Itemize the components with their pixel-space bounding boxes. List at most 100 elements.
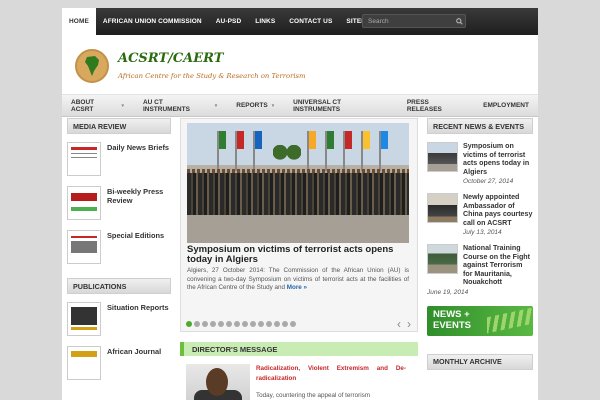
- slider-photo[interactable]: [187, 123, 409, 243]
- banner-stripes: [487, 306, 533, 333]
- news-title[interactable]: Newly appointed Ambassador of China pays…: [463, 193, 533, 227]
- news-thumbnail[interactable]: [427, 244, 458, 274]
- flag: [381, 131, 388, 149]
- search-icon[interactable]: [453, 15, 465, 27]
- daily-news-thumbnail[interactable]: [67, 142, 101, 176]
- search-input[interactable]: Search: [363, 18, 453, 25]
- nav-employment[interactable]: EMPLOYMENT: [474, 102, 538, 109]
- daily-news-briefs-link[interactable]: Daily News Briefs: [107, 143, 169, 152]
- thumb-band: [71, 157, 97, 158]
- nav-reports[interactable]: REPORTS ▼: [227, 102, 284, 109]
- crowd: [187, 173, 409, 215]
- topnav-contact-us[interactable]: CONTACT US: [282, 8, 339, 35]
- thumb-band: [71, 351, 97, 357]
- slider-dot[interactable]: [186, 321, 192, 327]
- situation-reports-link[interactable]: Situation Reports: [107, 303, 169, 312]
- nav-label: AU CT INSTRUMENTS: [142, 98, 190, 113]
- flag: [309, 131, 316, 149]
- news-date: June 19, 2014: [427, 288, 469, 296]
- top-nav: HOME AFRICAN UNION COMMISSION AU-PSD LIN…: [62, 8, 383, 35]
- media-review-heading: MEDIA REVIEW: [67, 118, 171, 134]
- nav-about-acsrt[interactable]: ABOUT ACSRT ▼: [62, 99, 134, 113]
- slider-arrows: ‹ ›: [397, 317, 411, 331]
- slide-title[interactable]: Symposium on victims of terrorist acts o…: [187, 245, 409, 265]
- news-title[interactable]: National Training Course on the Fight ag…: [463, 244, 533, 287]
- situation-reports-thumbnail[interactable]: [67, 302, 101, 336]
- special-editions-thumbnail[interactable]: [67, 230, 101, 264]
- topnav-african-union-commission[interactable]: AFRICAN UNION COMMISSION: [96, 8, 209, 35]
- thumb-band: [71, 153, 97, 154]
- list-item[interactable]: African Journal: [67, 346, 171, 382]
- nav-label: ABOUT ACSRT: [71, 98, 95, 113]
- slider-dot[interactable]: [266, 321, 272, 327]
- news-item[interactable]: Newly appointed Ambassador of China pays…: [427, 193, 533, 236]
- slide-excerpt: Algiers, 27 October 2014: The Commission…: [187, 267, 409, 293]
- topnav-links[interactable]: LINKS: [248, 8, 282, 35]
- topnav-home[interactable]: HOME: [62, 8, 96, 35]
- slider-dot[interactable]: [234, 321, 240, 327]
- list-item[interactable]: Situation Reports: [67, 302, 171, 338]
- topnav-au-psd[interactable]: AU-PSD: [209, 8, 249, 35]
- bi-weekly-press-review-link[interactable]: Bi-weekly Press Review: [107, 187, 171, 205]
- photo-face: [206, 368, 228, 396]
- news-item[interactable]: Symposium on victims of terrorist acts o…: [427, 142, 533, 185]
- flag: [255, 131, 262, 149]
- next-arrow-icon[interactable]: ›: [407, 317, 411, 331]
- au-logo-icon[interactable]: [75, 49, 109, 83]
- nav-label: REPORTS: [236, 102, 268, 109]
- nav-au-ct-instruments[interactable]: AU CT INSTRUMENTS ▼: [134, 99, 227, 113]
- flag: [345, 131, 352, 149]
- special-editions-link[interactable]: Special Editions: [107, 231, 164, 240]
- left-sidebar: MEDIA REVIEW Daily News Briefs Bi-weekly…: [67, 118, 171, 382]
- slider-dot[interactable]: [250, 321, 256, 327]
- list-item[interactable]: Daily News Briefs: [67, 142, 171, 178]
- prev-arrow-icon[interactable]: ‹: [397, 317, 401, 331]
- directors-message-heading: DIRECTOR'S MESSAGE: [180, 342, 418, 356]
- main-nav: ABOUT ACSRT ▼ AU CT INSTRUMENTS ▼ REPORTS ▼…: [62, 95, 538, 117]
- african-journal-link[interactable]: African Journal: [107, 347, 161, 356]
- nav-press-releases[interactable]: PRESS RELEASES: [398, 99, 474, 113]
- caret-down-icon: ▼: [270, 103, 276, 108]
- news-text: National Training Course on the Fight ag…: [463, 244, 533, 287]
- news-events-banner[interactable]: NEWS + EVENTS: [427, 305, 533, 336]
- news-date: July 13, 2014: [463, 229, 502, 236]
- main-column: Symposium on victims of terrorist acts o…: [180, 118, 418, 400]
- palm-tree: [287, 145, 301, 169]
- nav-universal-ct-instruments[interactable]: UNIVERSAL CT INSTRUMENTS: [284, 99, 398, 113]
- list-item[interactable]: Bi-weekly Press Review: [67, 186, 171, 222]
- directors-message-link[interactable]: Radicalization, Violent Extremism and De…: [256, 364, 406, 384]
- news-title[interactable]: Symposium on victims of terrorist acts o…: [463, 142, 533, 176]
- slider-dot[interactable]: [226, 321, 232, 327]
- flag: [363, 131, 370, 149]
- slider-dot[interactable]: [210, 321, 216, 327]
- banner-text: NEWS + EVENTS: [433, 309, 471, 331]
- site-title[interactable]: ACSRT/CAERT: [118, 51, 223, 66]
- search-box[interactable]: Search: [362, 14, 466, 28]
- slider-dot[interactable]: [290, 321, 296, 327]
- more-link[interactable]: More »: [287, 284, 307, 291]
- african-journal-thumbnail[interactable]: [67, 346, 101, 380]
- thumb-band: [71, 207, 97, 211]
- news-text: Newly appointed Ambassador of China pays…: [463, 193, 533, 236]
- slider-dot[interactable]: [218, 321, 224, 327]
- thumb-band: [71, 193, 97, 201]
- slider-dot[interactable]: [194, 321, 200, 327]
- slider-dot[interactable]: [258, 321, 264, 327]
- top-bar: HOME AFRICAN UNION COMMISSION AU-PSD LIN…: [62, 8, 538, 35]
- banner-line: EVENTS: [433, 319, 472, 331]
- thumb-band: [71, 147, 97, 150]
- slider-dot[interactable]: [242, 321, 248, 327]
- slider-pagination: [186, 321, 296, 327]
- list-item[interactable]: Special Editions: [67, 230, 171, 266]
- press-review-thumbnail[interactable]: [67, 186, 101, 220]
- news-thumbnail[interactable]: [427, 142, 458, 172]
- news-item[interactable]: National Training Course on the Fight ag…: [427, 244, 533, 287]
- slider-dot[interactable]: [274, 321, 280, 327]
- slider-dot[interactable]: [282, 321, 288, 327]
- ground: [187, 215, 409, 243]
- thumb-band: [71, 236, 97, 238]
- slider-dot[interactable]: [202, 321, 208, 327]
- publications-heading: PUBLICATIONS: [67, 278, 171, 294]
- monthly-archive-heading: MONTHLY ARCHIVE: [427, 353, 533, 370]
- news-thumbnail[interactable]: [427, 193, 458, 223]
